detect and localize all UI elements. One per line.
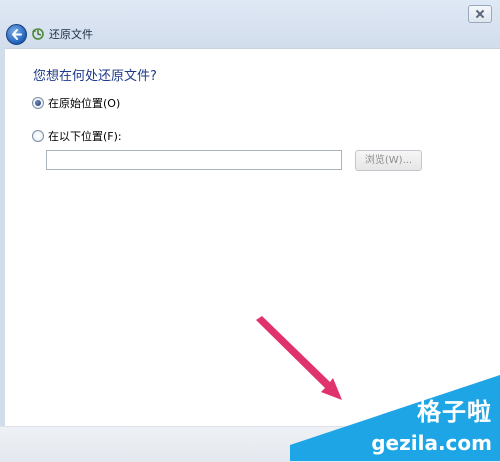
option-following-location[interactable]: 在以下位置(F): [32, 128, 122, 144]
window-title: 还原文件 [49, 28, 93, 41]
page-heading: 您想在何处还原文件? [33, 69, 157, 84]
close-button[interactable] [468, 5, 492, 23]
radio-original-location[interactable] [32, 97, 44, 109]
back-button[interactable] [6, 24, 27, 45]
restore-files-icon [32, 28, 44, 40]
browse-button[interactable]: 浏览(W)... [355, 150, 422, 171]
option-original-location-label: 在原始位置(O) [48, 97, 121, 110]
location-path-input[interactable] [46, 150, 342, 170]
option-original-location[interactable]: 在原始位置(O) [32, 95, 120, 111]
back-arrow-icon [12, 29, 22, 40]
restore-files-window: 还原文件 您想在何处还原文件? 在原始位置(O) 在以下位置(F): 浏览(W)… [0, 0, 500, 462]
radio-following-location[interactable] [32, 130, 44, 142]
watermark: 格子啦 gezila.com [290, 371, 500, 461]
watermark-name: 格子啦 [417, 398, 492, 426]
watermark-url: gezila.com [371, 431, 492, 455]
option-following-location-label: 在以下位置(F): [48, 130, 122, 143]
